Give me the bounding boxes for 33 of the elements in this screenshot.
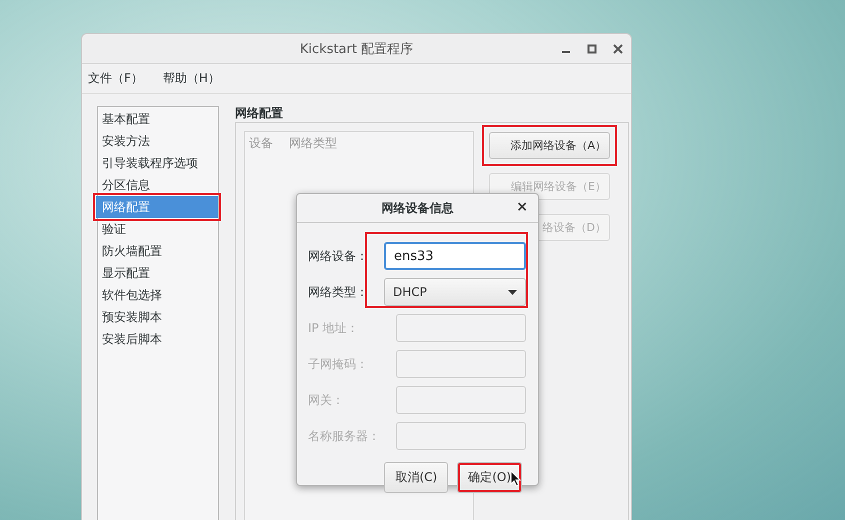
caret-icon (508, 290, 517, 294)
field-label: 网关： (308, 392, 344, 408)
dropdown[interactable]: DHCP (384, 278, 526, 306)
dialog-button[interactable]: 取消(C) (384, 462, 448, 493)
field-label: IP 地址： (308, 320, 359, 336)
menu-item[interactable]: 文件（F） (88, 70, 143, 87)
dialog-button[interactable]: 确定(O) (457, 462, 522, 493)
field-label: 网络类型： (308, 284, 368, 300)
sidebar-item[interactable]: 安装方法 (98, 130, 218, 152)
sidebar-item[interactable]: 基本配置 (98, 108, 218, 130)
sidebar-item[interactable]: 验证 (98, 218, 218, 240)
field-label: 名称服务器： (308, 428, 380, 444)
field-label: 子网掩码： (308, 356, 368, 372)
action-button[interactable]: 添加网络设备（A） (489, 132, 610, 159)
window-title: Kickstart 配置程序 (300, 40, 414, 58)
maximize-icon[interactable] (587, 44, 597, 54)
column-header: 网络类型 (289, 135, 337, 152)
column-header: 设备 (249, 135, 273, 152)
sidebar-item[interactable]: 分区信息 (98, 174, 218, 196)
menu-item[interactable]: 帮助（H） (162, 70, 220, 87)
field-label: 网络设备： (308, 248, 368, 264)
dialog-title: 网络设备信息 (382, 200, 454, 216)
input-field[interactable]: ens33 (384, 242, 526, 270)
cursor-icon (510, 470, 521, 487)
section-title: 网络配置 (235, 105, 284, 122)
sidebar-item[interactable]: 安装后脚本 (98, 328, 218, 350)
sidebar-item[interactable]: 引导装载程序选项 (98, 152, 218, 174)
sidebar-item[interactable]: 预安装脚本 (98, 306, 218, 328)
close-button[interactable]: × (514, 199, 530, 215)
sidebar-item[interactable]: 显示配置 (98, 262, 218, 284)
sidebar-item[interactable]: 软件包选择 (98, 284, 218, 306)
close-icon[interactable] (613, 44, 623, 54)
sidebar-item[interactable]: 防火墙配置 (98, 240, 218, 262)
